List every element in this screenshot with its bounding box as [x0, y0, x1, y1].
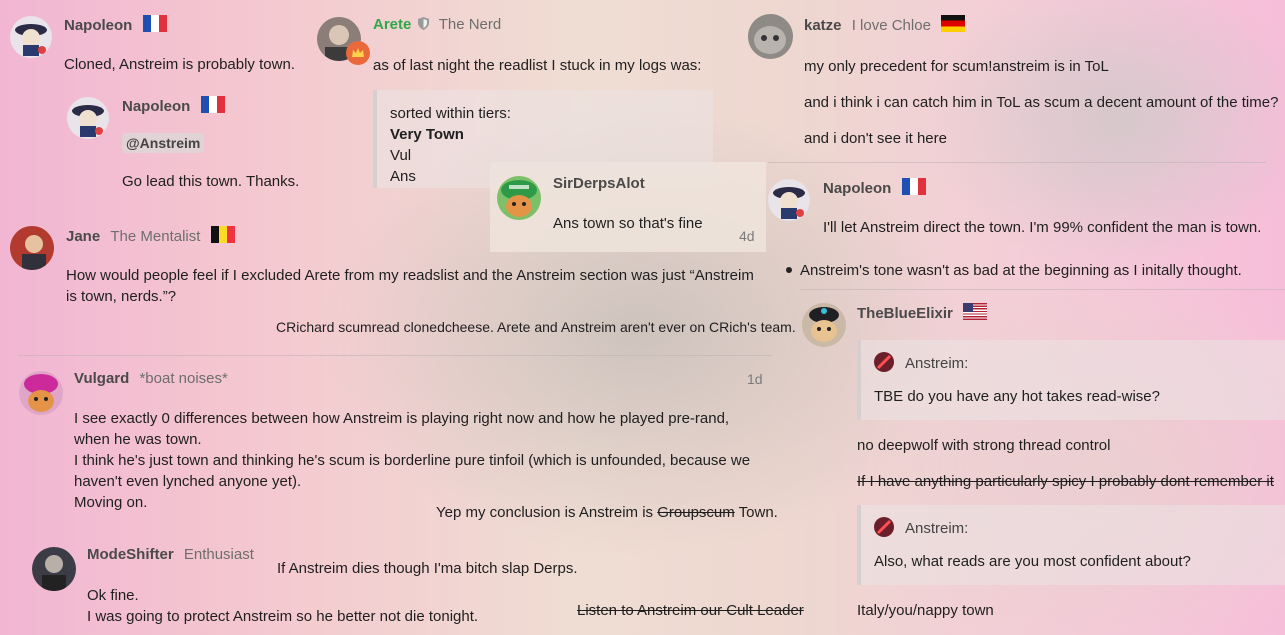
vulgard-avatar-icon	[24, 374, 58, 412]
post-header: katze I love Chloe	[804, 15, 966, 34]
napoleon-avatar-icon	[72, 105, 104, 137]
usa-flag-icon	[963, 303, 988, 320]
post-text: Cloned, Anstreim is probably town.	[64, 56, 295, 73]
cat-avatar-icon	[754, 26, 786, 54]
username[interactable]: Arete	[373, 16, 411, 33]
username[interactable]: SirDerpsAlot	[553, 175, 645, 192]
post-text: I think he's just town and thinking he's…	[74, 452, 751, 469]
germany-flag-icon	[941, 15, 966, 32]
post-text: Moving on.	[74, 494, 148, 511]
post-text: I'll let Anstreim direct the town. I'm 9…	[823, 219, 1262, 236]
mention-wrap: @Anstreim	[122, 133, 205, 153]
blockquote: Anstreim: Also, what reads are you most …	[857, 505, 1285, 585]
post-header: Napoleon	[122, 96, 225, 115]
quote-text: Also, what reads are you most confident …	[874, 553, 1191, 570]
username[interactable]: Napoleon	[122, 98, 190, 115]
post-header: ModeShifter Enthusiast	[87, 546, 254, 563]
struck-text: If I have anything particularly spicy I …	[857, 473, 1274, 490]
anstreim-avatar-icon	[874, 517, 894, 537]
username[interactable]: TheBlueElixir	[857, 305, 953, 322]
france-flag-icon	[142, 15, 167, 32]
username[interactable]: Jane	[66, 228, 100, 245]
post-header: Napoleon	[64, 15, 167, 34]
bullet-text: Anstreim's tone wasn't as bad at the beg…	[800, 262, 1242, 279]
username[interactable]: Napoleon	[823, 180, 891, 197]
avatar-napoleon[interactable]	[10, 16, 52, 58]
post-header: Vulgard *boat noises*	[74, 370, 228, 387]
quote-line: Ans	[390, 168, 416, 185]
anstreim-avatar-icon	[874, 352, 894, 372]
avatar-vulgard[interactable]	[19, 371, 63, 415]
quote-author[interactable]: Anstreim:	[905, 355, 968, 372]
user-title: I love Chloe	[851, 17, 931, 34]
post-header: SirDerpsAlot	[553, 175, 645, 192]
post-text: Ok fine.	[87, 587, 139, 604]
post-header: TheBlueElixir	[857, 303, 988, 322]
post-conclusion: Yep my conclusion is Anstreim is Groupsc…	[436, 502, 778, 523]
post-text: my only precedent for scum!anstreim is i…	[804, 58, 1109, 75]
conclusion-text: Town.	[734, 504, 778, 521]
napoleon-avatar-icon	[773, 187, 805, 219]
moderator-badge-icon	[346, 41, 370, 65]
france-flag-icon	[901, 178, 926, 195]
avatar-jane[interactable]	[10, 226, 54, 270]
post-text: no deepwolf with strong thread control	[857, 437, 1111, 454]
post-text: I was going to protect Anstreim so he be…	[87, 608, 479, 625]
france-flag-icon	[200, 96, 225, 113]
post-divider	[800, 289, 1285, 290]
post-text: as of last night the readlist I stuck in…	[373, 57, 702, 74]
post-divider	[18, 355, 772, 356]
post-header: Arete The Nerd	[373, 16, 501, 33]
avatar-sirderpsalot[interactable]	[497, 176, 541, 220]
user-title: The Nerd	[438, 16, 502, 33]
post-text: and i think i can catch him in ToL as sc…	[804, 94, 1279, 111]
blockquote: Anstreim: TBE do you have any hot takes …	[857, 340, 1285, 420]
bullet-icon	[786, 267, 792, 273]
post-text: Go lead this town. Thanks.	[122, 173, 300, 190]
post-text: when he was town.	[74, 431, 202, 448]
post-text: I see exactly 0 differences between how …	[74, 410, 730, 427]
username[interactable]: katze	[804, 17, 842, 34]
avatar-modeshifter[interactable]	[32, 547, 76, 591]
post-date[interactable]: 4d	[739, 228, 755, 244]
avatar-katze[interactable]	[748, 14, 793, 59]
avatar-napoleon[interactable]	[768, 179, 810, 221]
quote-line: Very Town	[390, 126, 464, 143]
username[interactable]: Vulgard	[74, 370, 129, 387]
post-text: and i don't see it here	[804, 130, 947, 147]
conclusion-text: Yep my conclusion is Anstreim is	[436, 504, 658, 521]
user-title: The Mentalist	[110, 228, 201, 245]
user-title: *boat noises*	[139, 370, 228, 387]
post-text: Ans town so that's fine	[553, 215, 703, 232]
struck-text: Groupscum	[657, 504, 735, 521]
username[interactable]: ModeShifter	[87, 546, 174, 563]
post-footnote: CRichard scumread clonedcheese. Arete an…	[276, 319, 796, 335]
modeshifter-avatar-icon	[42, 555, 66, 591]
struck-text: Listen to Anstreim our Cult Leader	[577, 602, 804, 619]
post-header: Napoleon	[823, 178, 926, 197]
post-text: Italy/you/nappy town	[857, 602, 994, 619]
post-text: How would people feel if I excluded Aret…	[66, 267, 754, 305]
shield-icon	[417, 17, 429, 30]
belgium-flag-icon	[210, 226, 235, 243]
derps-avatar-icon	[501, 180, 537, 217]
napoleon-avatar-icon	[15, 24, 47, 56]
avatar-theblueelixir[interactable]	[802, 303, 846, 347]
quote-line: sorted within tiers:	[390, 105, 511, 122]
post-header: Jane The Mentalist	[66, 226, 235, 245]
quote-text: TBE do you have any hot takes read-wise?	[874, 388, 1160, 405]
quote-author[interactable]: Anstreim:	[905, 520, 968, 537]
quote-line: Vul	[390, 147, 412, 164]
mention-link[interactable]: @Anstreim	[122, 133, 205, 153]
post-aside: If Anstreim dies though I'ma bitch slap …	[277, 560, 578, 577]
jane-avatar-icon	[22, 235, 46, 270]
avatar-napoleon[interactable]	[67, 97, 109, 139]
user-title: Enthusiast	[183, 546, 254, 563]
post-text: haven't even lynched anyone yet).	[74, 473, 302, 490]
post-divider	[768, 162, 1266, 163]
dog-avatar-icon	[809, 307, 839, 342]
post-date[interactable]: 1d	[747, 371, 763, 387]
username[interactable]: Napoleon	[64, 17, 132, 34]
